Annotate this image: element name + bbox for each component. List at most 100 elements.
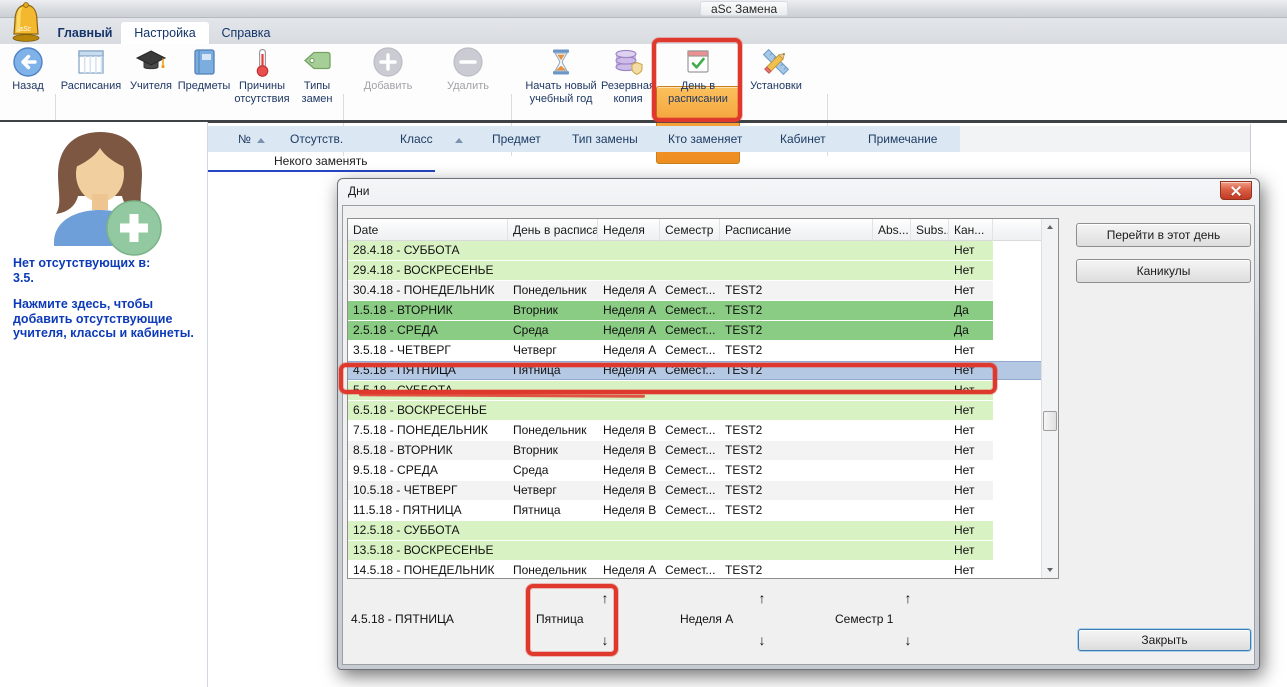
col-substitute[interactable]: Кто заменяет (668, 126, 742, 152)
scroll-down-icon[interactable] (1042, 562, 1058, 578)
close-dialog-button[interactable]: Закрыть (1078, 629, 1251, 651)
day-cell: Нет (949, 561, 993, 578)
day-cell (873, 261, 911, 280)
week-stepper-down[interactable]: ↓ (753, 631, 771, 649)
days-dialog-body: DateДень в расписа...НеделяСеместрРаспис… (342, 205, 1255, 665)
back-button[interactable]: Назад (3, 46, 53, 93)
day-row[interactable]: 11.5.18 - ПЯТНИЦАПятницаНеделя ВСемест..… (348, 501, 1041, 521)
day-row[interactable]: 10.5.18 - ЧЕТВЕРГЧетвергНеделя ВСемест..… (348, 481, 1041, 501)
add-absent-avatar-icon[interactable] (36, 130, 164, 260)
day-row[interactable]: 9.5.18 - СРЕДАСредаНеделя ВСемест...TEST… (348, 461, 1041, 481)
day-row[interactable]: 1.5.18 - ВТОРНИКВторникНеделя АСемест...… (348, 301, 1041, 321)
day-cell: Нет (949, 341, 993, 360)
col-substitution-type[interactable]: Тип замены (572, 126, 638, 152)
sort-asc-icon (257, 138, 265, 143)
close-button[interactable] (1220, 181, 1252, 200)
col-subject[interactable]: Предмет (492, 126, 541, 152)
day-cell (660, 241, 720, 260)
day-cell: Неделя А (598, 321, 660, 340)
scroll-up-icon[interactable] (1042, 219, 1058, 235)
day-row[interactable]: 2.5.18 - СРЕДАСредаНеделя АСемест...TEST… (348, 321, 1041, 341)
day-cell (660, 401, 720, 420)
asc-bell-logo-icon[interactable]: aSc (6, 1, 46, 43)
days-list-column-header[interactable]: Неделя (598, 219, 660, 241)
day-cell: Среда (508, 321, 598, 340)
day-row[interactable]: 12.5.18 - СУББОТАНет (348, 521, 1041, 541)
day-cell: Нет (949, 381, 993, 400)
add-button[interactable]: Добавить (357, 46, 419, 93)
days-list-column-header[interactable]: Subs... (911, 219, 949, 241)
day-cell: Нет (949, 421, 993, 440)
substitution-types-button[interactable]: Типы замен (294, 46, 340, 106)
settings-button[interactable]: Установки (745, 46, 807, 93)
col-note[interactable]: Примечание (868, 126, 937, 152)
absence-reasons-button[interactable]: Причины отсутствия (232, 46, 292, 106)
goto-day-button[interactable]: Перейти в этот день (1076, 223, 1251, 247)
day-stepper-up[interactable]: ↑ (596, 589, 614, 607)
days-dialog-titlebar[interactable]: Дни (338, 179, 1259, 205)
day-row[interactable]: 28.4.18 - СУББОТАНет (348, 241, 1041, 261)
window-title: aSc Замена (700, 1, 788, 16)
absent-panel[interactable]: Нет отсутствующих в: 3.5. Нажмите здесь,… (0, 122, 207, 687)
semester-stepper-down[interactable]: ↓ (899, 631, 917, 649)
days-list-column-header[interactable]: Date (348, 219, 508, 241)
day-row[interactable]: 6.5.18 - ВОСКРЕСЕНЬЕНет (348, 401, 1041, 421)
day-cell: Семест... (660, 441, 720, 460)
tab-settings[interactable]: Настройка (121, 22, 209, 44)
selected-row-underline (208, 170, 435, 172)
app-window: aSc Замена Главный Настройка Справка aSc… (0, 0, 1287, 687)
backup-button[interactable]: Резервная копия (598, 46, 658, 106)
day-in-timetable-button[interactable]: День в расписании (658, 46, 738, 106)
day-row[interactable]: 29.4.18 - ВОСКРЕСЕНЬЕНет (348, 261, 1041, 281)
days-list-column-header[interactable]: Расписание (720, 219, 873, 241)
day-row[interactable]: 30.4.18 - ПОНЕДЕЛЬНИКПонедельникНеделя А… (348, 281, 1041, 301)
delete-button[interactable]: Удалить (437, 46, 499, 93)
day-cell (873, 501, 911, 520)
day-stepper-down[interactable]: ↓ (596, 631, 614, 649)
day-cell: 30.4.18 - ПОНЕДЕЛЬНИК (348, 281, 508, 300)
day-cell: 9.5.18 - СРЕДА (348, 461, 508, 480)
col-absent[interactable]: Отсутств. (290, 126, 343, 152)
col-class[interactable]: Класс (400, 126, 463, 152)
day-cell (873, 361, 911, 380)
timetables-button[interactable]: Расписания (58, 46, 124, 93)
day-row[interactable]: 5.5.18 - СУББОТАНет (348, 381, 1041, 401)
day-cell (993, 521, 1041, 540)
day-cell (873, 421, 911, 440)
day-cell (993, 301, 1041, 320)
tab-main[interactable]: Главный (52, 22, 118, 44)
day-stepper-value: Пятница (536, 609, 584, 629)
col-room[interactable]: Кабинет (780, 126, 826, 152)
day-cell: Пятница (508, 501, 598, 520)
day-cell (873, 321, 911, 340)
teachers-button[interactable]: Учителя (122, 46, 180, 93)
day-cell: Неделя В (598, 501, 660, 520)
week-stepper-up[interactable]: ↑ (753, 589, 771, 607)
day-cell (993, 241, 1041, 260)
selected-date-label: 4.5.18 - ПЯТНИЦА (351, 609, 454, 629)
day-row[interactable]: 13.5.18 - ВОСКРЕСЕНЬЕНет (348, 541, 1041, 561)
holidays-button[interactable]: Каникулы (1076, 259, 1251, 283)
subjects-button[interactable]: Предметы (176, 46, 232, 93)
days-list-column-header[interactable]: Семестр (660, 219, 720, 241)
day-cell: Неделя А (598, 561, 660, 578)
book-icon (188, 46, 220, 78)
day-row[interactable]: 7.5.18 - ПОНЕДЕЛЬНИКПонедельникНеделя ВС… (348, 421, 1041, 441)
day-cell (508, 261, 598, 280)
days-list-column-header[interactable]: День в расписа... (508, 219, 598, 241)
calendar-check-icon (682, 46, 714, 78)
days-list-column-header[interactable]: Abs... (873, 219, 911, 241)
scrollbar-thumb[interactable] (1043, 411, 1057, 431)
day-cell (911, 461, 949, 480)
day-row[interactable]: 8.5.18 - ВТОРНИКВторникНеделя ВСемест...… (348, 441, 1041, 461)
new-school-year-button[interactable]: Начать новый учебный год (515, 46, 607, 106)
days-list-column-header[interactable]: Кан... (949, 219, 993, 241)
semester-stepper-up[interactable]: ↑ (899, 589, 917, 607)
tab-help[interactable]: Справка (216, 22, 276, 44)
day-row-selected[interactable]: 4.5.18 - ПЯТНИЦАПятницаНеделя АСемест...… (348, 361, 1041, 381)
col-number[interactable]: № (238, 126, 265, 152)
day-cell: Семест... (660, 421, 720, 440)
day-row[interactable]: 3.5.18 - ЧЕТВЕРГЧетвергНеделя АСемест...… (348, 341, 1041, 361)
day-row[interactable]: 14.5.18 - ПОНЕДЕЛЬНИКПонедельникНеделя А… (348, 561, 1041, 578)
days-list-scrollbar[interactable] (1041, 219, 1058, 578)
